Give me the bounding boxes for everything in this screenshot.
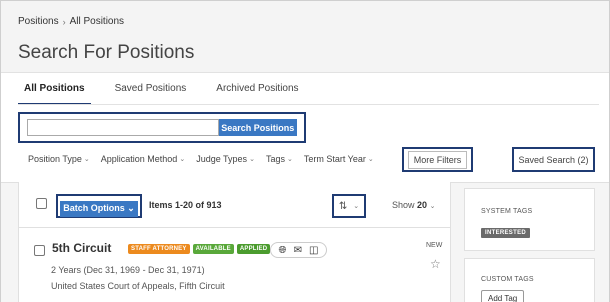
chevron-down-icon: ⌄: [83, 156, 90, 163]
filter-label: Position Type: [28, 154, 82, 164]
search-bar: Search Positions: [18, 112, 306, 143]
listing-title[interactable]: 5th Circuit: [52, 241, 111, 255]
toolbar-divider: [18, 227, 451, 228]
more-filters-highlight: More Filters: [402, 147, 473, 172]
sort-dropdown[interactable]: ⇅ ⌄: [332, 194, 366, 218]
filter-tags[interactable]: Tags ⌄: [266, 154, 293, 164]
page-header: Positions › All Positions Search For Pos…: [1, 1, 609, 73]
chevron-down-icon: ⌄: [367, 156, 374, 163]
filter-label: Tags: [265, 154, 285, 164]
listing-court: United States Court of Appeals, Fifth Ci…: [51, 281, 225, 291]
search-input[interactable]: [27, 119, 219, 136]
custom-tags-label: CUSTOM TAGS: [481, 276, 534, 283]
breadcrumb-separator: ›: [62, 16, 66, 27]
chevron-down-icon: ⌄: [127, 203, 135, 213]
filter-judge-types[interactable]: Judge Types ⌄: [196, 154, 255, 164]
badge-available: AVAILABLE: [192, 244, 234, 254]
filter-term-start-year[interactable]: Term Start Year ⌄: [304, 154, 374, 164]
status-badges: STAFF ATTORNEY AVAILABLE APPLIED: [128, 244, 271, 254]
filter-label: Judge Types: [196, 154, 248, 164]
add-tag-button[interactable]: Add Tag: [481, 290, 525, 302]
sort-icon: ⇅: [338, 200, 348, 212]
tabs-divider: [18, 104, 599, 105]
batch-options-highlight: Batch Options ⌄: [56, 194, 142, 218]
show-value: 20: [417, 200, 428, 210]
star-icon[interactable]: ☆: [430, 257, 441, 271]
mail-icon[interactable]: ✉: [294, 245, 302, 256]
tabs: All Positions Saved Positions Archived P…: [18, 83, 305, 105]
globe-icon[interactable]: 🌐︎: [279, 245, 287, 256]
filter-application-method[interactable]: Application Method ⌄: [101, 154, 185, 164]
chevron-down-icon: ⌄: [429, 203, 436, 210]
listing-actions: 🌐︎ ✉ ◫: [270, 242, 327, 258]
tab-archived-positions[interactable]: Archived Positions: [210, 83, 304, 105]
system-tags-label: SYSTEM TAGS: [481, 208, 533, 215]
saved-search-button[interactable]: Saved Search (2): [512, 147, 595, 172]
document-icon[interactable]: ◫: [309, 245, 318, 256]
page-title: Search For Positions: [18, 42, 195, 63]
breadcrumb-positions[interactable]: Positions: [18, 16, 59, 27]
filter-position-type[interactable]: Position Type ⌄: [28, 154, 90, 164]
badge-staff-attorney: STAFF ATTORNEY: [128, 244, 190, 254]
items-count: Items 1-20 of 913: [149, 200, 222, 210]
filter-bar: Position Type ⌄ Application Method ⌄ Jud…: [28, 154, 385, 164]
chevron-down-icon: ⌄: [286, 156, 293, 163]
breadcrumb: Positions › All Positions: [18, 16, 124, 27]
badge-applied: APPLIED: [236, 244, 271, 254]
show-label: Show: [392, 200, 415, 210]
show-per-page-dropdown[interactable]: Show 20 ⌄: [392, 200, 435, 210]
chevron-down-icon: ⌄: [179, 156, 186, 163]
search-positions-button[interactable]: Search Positions: [218, 119, 297, 136]
listing-checkbox[interactable]: [34, 245, 45, 256]
tag-interested[interactable]: INTERESTED: [481, 228, 531, 238]
chevron-down-icon: ⌄: [249, 156, 255, 163]
tab-saved-positions[interactable]: Saved Positions: [109, 83, 193, 105]
new-label: NEW: [426, 242, 443, 249]
batch-options-label: Batch Options: [63, 203, 125, 213]
batch-options-button[interactable]: Batch Options ⌄: [60, 200, 138, 217]
tab-all-positions[interactable]: All Positions: [18, 83, 91, 105]
filter-label: Application Method: [100, 154, 178, 164]
listing-dates: 2 Years (Dec 31, 1969 - Dec 31, 1971): [51, 265, 205, 275]
select-all-checkbox[interactable]: [36, 198, 47, 209]
filter-label: Term Start Year: [303, 154, 366, 164]
breadcrumb-all-positions: All Positions: [69, 16, 125, 27]
chevron-down-icon: ⌄: [353, 203, 360, 210]
system-tags-card: [464, 188, 595, 251]
more-filters-button[interactable]: More Filters: [407, 150, 468, 169]
